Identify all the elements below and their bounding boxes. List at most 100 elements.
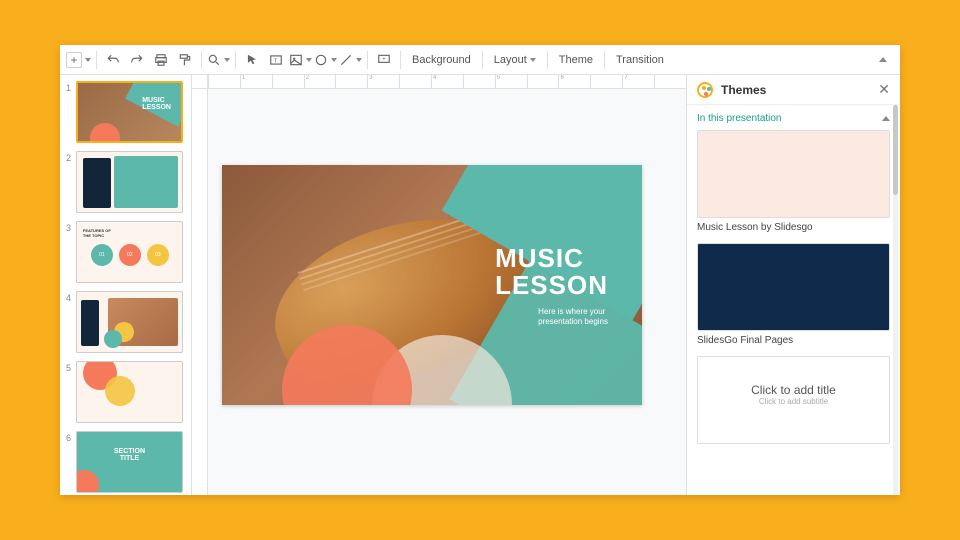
- chevron-down-icon: [331, 58, 337, 62]
- select-tool[interactable]: [241, 49, 263, 71]
- shape-tool[interactable]: [314, 49, 337, 71]
- cursor-icon: [245, 53, 259, 67]
- close-panel-button[interactable]: ✕: [878, 81, 890, 98]
- ruler-vertical: [192, 89, 208, 495]
- separator: [201, 51, 202, 69]
- chevron-up-icon: [882, 116, 890, 121]
- thumb-number: 4: [66, 291, 76, 353]
- textbox-tool[interactable]: T: [265, 49, 287, 71]
- thumb-slide-2[interactable]: [76, 151, 183, 213]
- chevron-down-icon: [85, 58, 91, 62]
- slide-subtitle[interactable]: Here is where your presentation begins: [538, 307, 608, 328]
- separator: [604, 51, 605, 69]
- panel-title: Themes: [721, 83, 878, 97]
- layout-menu[interactable]: Layout: [488, 49, 542, 71]
- chevron-down-icon: [530, 58, 536, 62]
- image-icon: [289, 53, 303, 67]
- zoom-icon: [207, 53, 221, 67]
- themes-panel: Themes ✕ In this presentation Music Less…: [686, 75, 900, 495]
- thumb-number: 5: [66, 361, 76, 423]
- redo-button[interactable]: [126, 49, 148, 71]
- chevron-down-icon: [224, 58, 230, 62]
- ruler-corner: [192, 75, 208, 89]
- chevron-down-icon: [356, 58, 362, 62]
- theme-card-1[interactable]: [697, 130, 890, 218]
- transition-menu[interactable]: Transition: [610, 49, 670, 71]
- badge: 01: [91, 244, 113, 266]
- thumb-number: 1: [66, 81, 76, 143]
- thumb-number: 6: [66, 431, 76, 493]
- thumb-slide-5[interactable]: [76, 361, 183, 423]
- zoom-button[interactable]: [207, 49, 230, 71]
- undo-icon: [106, 53, 120, 67]
- slide-title[interactable]: MUSIC LESSON: [495, 245, 608, 300]
- theme-name: SlidesGo Final Pages: [697, 335, 890, 346]
- separator: [96, 51, 97, 69]
- collapse-toolbar-button[interactable]: [872, 49, 894, 71]
- thumb-slide-1[interactable]: MUSICLESSON: [76, 81, 183, 143]
- app-window: + T: [60, 45, 900, 495]
- title-line1: MUSIC: [495, 243, 584, 273]
- separator: [547, 51, 548, 69]
- print-icon: [154, 53, 168, 67]
- svg-text:T: T: [274, 58, 278, 64]
- panel-body: In this presentation Music Lesson by Sli…: [687, 105, 900, 495]
- separator: [400, 51, 401, 69]
- plus-icon: +: [66, 52, 82, 68]
- badge: 02: [119, 244, 141, 266]
- canvas[interactable]: 1234567 MUSIC LESSON Here is where your …: [192, 75, 686, 495]
- theme-preview: Click to add title Click to add subtitle: [698, 357, 889, 443]
- slide-thumbnails: 1 MUSICLESSON 2 3 FEATURES OFTHE TOPIC 0…: [60, 75, 192, 495]
- layout-label: Layout: [494, 54, 527, 66]
- thumb-heading: FEATURES OFTHE TOPIC: [83, 228, 111, 238]
- separator: [235, 51, 236, 69]
- thumb-slide-6[interactable]: SECTIONTITLE: [76, 431, 183, 493]
- thumb-number: 3: [66, 221, 76, 283]
- theme-preview: [698, 131, 889, 217]
- theme-name: Music Lesson by Slidesgo: [697, 222, 890, 233]
- sub-line1: Here is where your: [538, 307, 605, 316]
- theme-card-blank[interactable]: Click to add title Click to add subtitle: [697, 356, 890, 444]
- comment-button[interactable]: +: [373, 49, 395, 71]
- redo-icon: [130, 53, 144, 67]
- palette-icon: [697, 82, 713, 98]
- paint-format-button[interactable]: [174, 49, 196, 71]
- separator: [482, 51, 483, 69]
- current-slide[interactable]: MUSIC LESSON Here is where your presenta…: [222, 165, 642, 405]
- placeholder-sub: Click to add subtitle: [698, 397, 889, 406]
- paint-roller-icon: [178, 53, 192, 67]
- ruler-horizontal: 1234567: [208, 75, 686, 89]
- placeholder-title: Click to add title: [698, 357, 889, 397]
- thumb-slide-4[interactable]: [76, 291, 183, 353]
- line-icon: [339, 53, 353, 67]
- image-tool[interactable]: [289, 49, 312, 71]
- theme-menu[interactable]: Theme: [553, 49, 599, 71]
- toolbar: + T: [60, 45, 900, 75]
- thumb-title: SECTIONTITLE: [77, 448, 182, 462]
- badge: 03: [147, 244, 169, 266]
- textbox-icon: T: [269, 53, 283, 67]
- sub-line2: presentation begins: [538, 317, 608, 326]
- chevron-down-icon: [306, 58, 312, 62]
- print-button[interactable]: [150, 49, 172, 71]
- theme-preview: [698, 244, 889, 330]
- workspace: 1 MUSICLESSON 2 3 FEATURES OFTHE TOPIC 0…: [60, 75, 900, 495]
- section-label: In this presentation: [697, 113, 782, 124]
- comment-icon: +: [377, 53, 391, 67]
- line-tool[interactable]: [339, 49, 362, 71]
- scrollbar-thumb[interactable]: [893, 105, 898, 195]
- chevron-up-icon: [879, 57, 887, 62]
- svg-text:+: +: [382, 56, 386, 62]
- thumb-number: 2: [66, 151, 76, 213]
- separator: [367, 51, 368, 69]
- thumb-title: MUSICLESSON: [142, 97, 171, 111]
- theme-card-2[interactable]: [697, 243, 890, 331]
- background-menu[interactable]: Background: [406, 49, 477, 71]
- new-slide-button[interactable]: +: [66, 49, 91, 71]
- undo-button[interactable]: [102, 49, 124, 71]
- panel-header: Themes ✕: [687, 75, 900, 105]
- thumb-slide-3[interactable]: FEATURES OFTHE TOPIC 01 02 03: [76, 221, 183, 283]
- title-line2: LESSON: [495, 270, 608, 300]
- panel-section-header[interactable]: In this presentation: [697, 113, 890, 124]
- shape-icon: [314, 53, 328, 67]
